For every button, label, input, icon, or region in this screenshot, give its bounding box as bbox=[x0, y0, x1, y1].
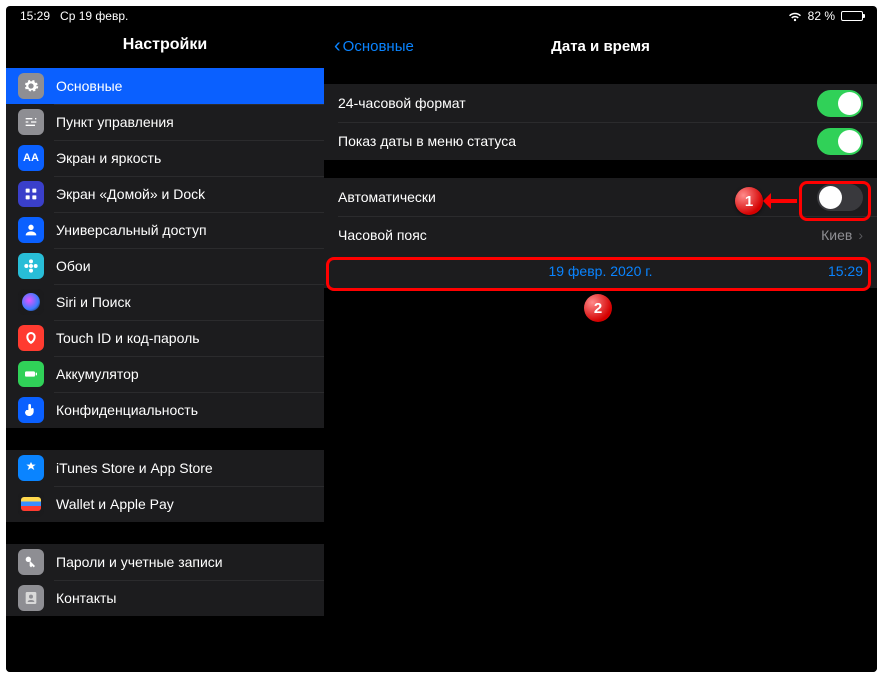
sidebar-item-label: Аккумулятор bbox=[56, 366, 139, 382]
contacts-icon bbox=[18, 585, 44, 611]
sidebar-item[interactable]: Основные bbox=[6, 68, 324, 104]
touch-icon bbox=[18, 325, 44, 351]
flower-icon bbox=[18, 253, 44, 279]
sidebar-item-label: Wallet и Apple Pay bbox=[56, 496, 174, 512]
sidebar-item[interactable]: Экран «Домой» и Dock bbox=[6, 176, 324, 212]
hand-icon bbox=[18, 397, 44, 423]
back-button[interactable]: ‹ Основные bbox=[334, 36, 414, 56]
sidebar-item-label: Экран и яркость bbox=[56, 150, 161, 166]
sidebar-item-label: iTunes Store и App Store bbox=[56, 460, 213, 476]
toggle-24h[interactable] bbox=[817, 90, 863, 117]
timezone-value: Киев bbox=[821, 227, 852, 243]
row-label: Автоматически bbox=[338, 189, 436, 205]
group-auto: Автоматически Часовой пояс Киев › 19 фев… bbox=[324, 178, 877, 288]
key-icon bbox=[18, 549, 44, 575]
navbar: ‹ Основные Дата и время bbox=[324, 26, 877, 66]
sidebar-item-label: Обои bbox=[56, 258, 91, 274]
sidebar-title: Настройки bbox=[6, 26, 324, 68]
sidebar-item[interactable]: Универсальный доступ bbox=[6, 212, 324, 248]
chevron-right-icon: › bbox=[858, 227, 863, 243]
AA-icon: AA bbox=[18, 145, 44, 171]
status-bar: 15:29 Ср 19 февр. 82 % bbox=[6, 6, 877, 26]
appstore-icon bbox=[18, 455, 44, 481]
status-date: Ср 19 февр. bbox=[60, 9, 128, 23]
sidebar-item-label: Универсальный доступ bbox=[56, 222, 207, 238]
sidebar-item[interactable]: Пункт управления bbox=[6, 104, 324, 140]
chevron-left-icon: ‹ bbox=[334, 36, 341, 56]
battery-pct: 82 % bbox=[808, 9, 835, 23]
row-24h[interactable]: 24-часовой формат bbox=[324, 84, 877, 122]
gear-icon bbox=[18, 73, 44, 99]
row-auto[interactable]: Автоматически bbox=[324, 178, 877, 216]
sliders-icon bbox=[18, 109, 44, 135]
sidebar-item-label: Пароли и учетные записи bbox=[56, 554, 223, 570]
row-datetime[interactable]: 19 февр. 2020 г. 15:29 bbox=[324, 254, 877, 288]
sidebar-item-label: Touch ID и код-пароль bbox=[56, 330, 200, 346]
wallet-icon bbox=[18, 491, 44, 517]
row-label: 24-часовой формат bbox=[338, 95, 466, 111]
sidebar-item[interactable]: iTunes Store и App Store bbox=[6, 450, 324, 486]
sidebar-item[interactable]: Siri и Поиск bbox=[6, 284, 324, 320]
toggle-auto[interactable] bbox=[817, 184, 863, 211]
annotation-arrow bbox=[765, 199, 797, 203]
sidebar-item[interactable]: Конфиденциальность bbox=[6, 392, 324, 428]
sidebar-item-label: Пункт управления bbox=[56, 114, 174, 130]
siri-icon bbox=[18, 289, 44, 315]
back-label: Основные bbox=[343, 38, 414, 55]
row-label: Показ даты в меню статуса bbox=[338, 133, 516, 149]
group-format: 24-часовой формат Показ даты в меню стат… bbox=[324, 84, 877, 160]
row-label: Часовой пояс bbox=[338, 227, 427, 243]
sidebar-item[interactable]: AA Экран и яркость bbox=[6, 140, 324, 176]
sidebar-item-label: Siri и Поиск bbox=[56, 294, 131, 310]
main-pane: ‹ Основные Дата и время 24-часовой форма… bbox=[324, 26, 877, 672]
status-time: 15:29 bbox=[20, 9, 50, 23]
sidebar-item[interactable]: Touch ID и код-пароль bbox=[6, 320, 324, 356]
grid-icon bbox=[18, 181, 44, 207]
toggle-show-date[interactable] bbox=[817, 128, 863, 155]
sidebar-item[interactable]: Wallet и Apple Pay bbox=[6, 486, 324, 522]
sidebar-item-label: Экран «Домой» и Dock bbox=[56, 186, 205, 202]
row-show-date[interactable]: Показ даты в меню статуса bbox=[324, 122, 877, 160]
sidebar-item[interactable]: Аккумулятор bbox=[6, 356, 324, 392]
row-timezone[interactable]: Часовой пояс Киев › bbox=[324, 216, 877, 254]
sidebar-item-label: Контакты bbox=[56, 590, 116, 606]
person-icon bbox=[18, 217, 44, 243]
sidebar-item[interactable]: Пароли и учетные записи bbox=[6, 544, 324, 580]
date-value: 19 февр. 2020 г. bbox=[324, 263, 877, 279]
sidebar-item[interactable]: Контакты bbox=[6, 580, 324, 616]
annotation-badge-2: 2 bbox=[584, 294, 612, 322]
sidebar-item-label: Конфиденциальность bbox=[56, 402, 198, 418]
sidebar-item-label: Основные bbox=[56, 78, 122, 94]
sidebar: Настройки Основные Пункт управления AA Экра… bbox=[6, 26, 324, 672]
sidebar-item[interactable]: Обои bbox=[6, 248, 324, 284]
wifi-icon bbox=[788, 11, 802, 21]
battery-icon bbox=[841, 11, 863, 21]
batt-icon bbox=[18, 361, 44, 387]
